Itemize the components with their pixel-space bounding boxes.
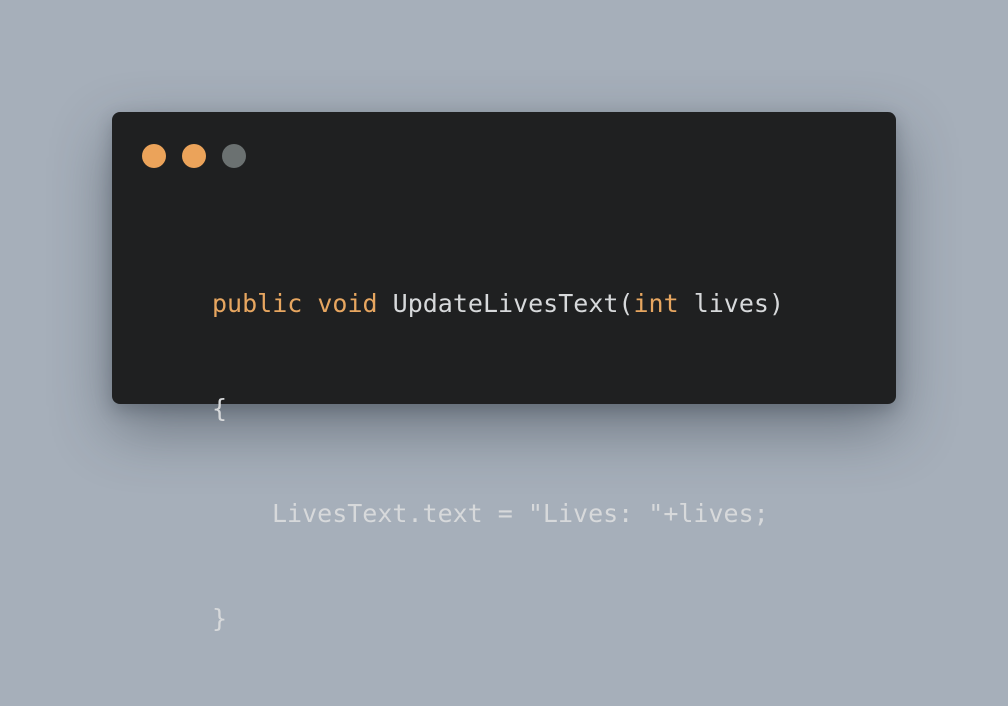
method-params: lives) (678, 289, 784, 318)
code-line-3: LivesText.text = "Lives: "+lives; (212, 496, 784, 531)
close-brace: } (212, 604, 228, 633)
open-brace: { (212, 394, 228, 423)
close-dot-icon[interactable] (142, 144, 166, 168)
keyword-public: public (212, 289, 303, 318)
maximize-dot-icon[interactable] (222, 144, 246, 168)
code-line-1: public void UpdateLivesText(int lives) (212, 286, 784, 321)
assignment-statement: LivesText.text = "Lives: "+lives; (272, 499, 769, 528)
keyword-int: int (633, 289, 679, 318)
keyword-void: void (317, 289, 378, 318)
method-name: UpdateLivesText( (392, 289, 634, 318)
code-window: public void UpdateLivesText(int lives) {… (112, 112, 896, 633)
code-line-4: } (212, 601, 784, 636)
minimize-dot-icon[interactable] (182, 144, 206, 168)
window-controls (142, 144, 246, 168)
code-block: public void UpdateLivesText(int lives) {… (212, 216, 784, 706)
code-line-2: { (212, 391, 784, 426)
